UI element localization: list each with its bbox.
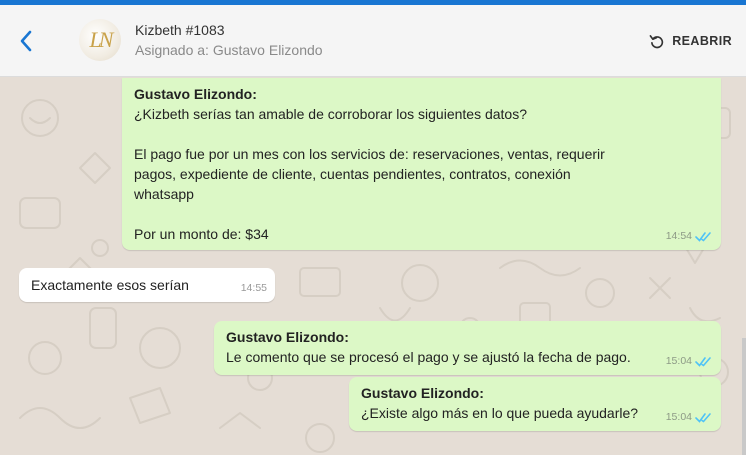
reopen-button[interactable]: REABRIR <box>648 29 732 53</box>
message-time: 15:04 <box>665 411 692 423</box>
double-check-icon <box>695 231 711 242</box>
message-text: Le comento que se procesó el pago y se a… <box>226 349 631 365</box>
double-check-icon <box>695 356 711 367</box>
message-time: 14:54 <box>665 230 692 242</box>
double-check-icon <box>695 412 711 423</box>
message-bubble[interactable]: Gustavo Elizondo: ¿Existe algo más en lo… <box>349 377 721 431</box>
conversation-title: Kizbeth #1083 <box>135 22 225 38</box>
message-meta: 15:04 <box>666 407 713 427</box>
message-meta: 14:54 <box>666 226 713 246</box>
message-text: Exactamente esos serían <box>31 277 189 293</box>
message-time: 15:04 <box>665 355 692 367</box>
message-sender: Gustavo Elizondo: <box>226 329 349 345</box>
message-bubble[interactable]: Gustavo Elizondo: Le comento que se proc… <box>214 321 721 375</box>
message-sender: Gustavo Elizondo: <box>134 86 257 102</box>
message-meta: 15:04 <box>666 351 713 371</box>
back-button[interactable] <box>12 25 40 57</box>
message-bubble[interactable]: Gustavo Elizondo: ¿Kizbeth serías tan am… <box>122 78 721 250</box>
reopen-label: REABRIR <box>672 34 732 48</box>
assigned-to-label: Asignado a: Gustavo Elizondo <box>135 42 323 58</box>
message-text: ¿Existe algo más en lo que pueda ayudarl… <box>361 405 639 421</box>
message-text: ¿Kizbeth serías tan amable de corroborar… <box>134 106 605 242</box>
avatar[interactable]: LN <box>79 19 121 61</box>
conversation-header: LN Kizbeth #1083 Asignado a: Gustavo Eli… <box>0 5 746 77</box>
message-bubble[interactable]: Exactamente esos serían 14:55 <box>19 268 275 302</box>
message-meta: 14:55 <box>241 278 267 298</box>
refresh-icon <box>649 35 664 49</box>
chat-area[interactable]: Gustavo Elizondo: ¿Kizbeth serías tan am… <box>0 78 746 455</box>
message-time: 14:55 <box>240 282 267 294</box>
message-sender: Gustavo Elizondo: <box>361 385 484 401</box>
chat-scrollbar[interactable] <box>742 338 746 455</box>
chevron-left-icon <box>20 30 32 52</box>
avatar-logo: LN <box>89 27 114 52</box>
